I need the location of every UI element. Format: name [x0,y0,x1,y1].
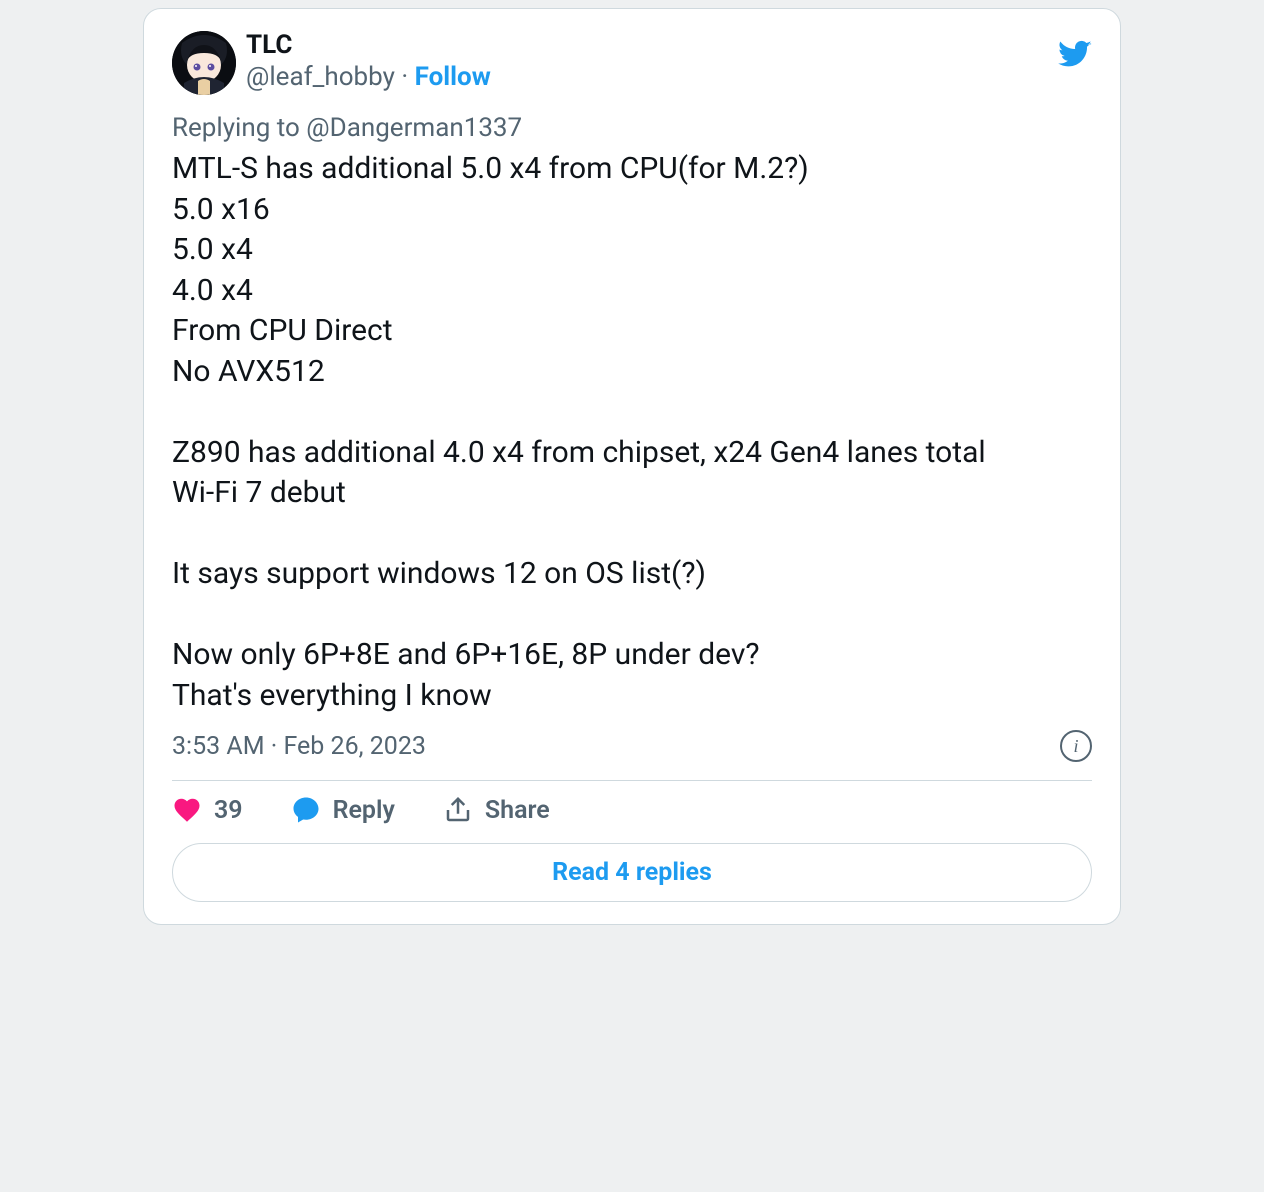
tweet-text: MTL-S has additional 5.0 x4 from CPU(for… [172,149,1092,716]
divider [172,780,1092,781]
reply-context[interactable]: Replying to @Dangerman1337 [172,113,1092,143]
info-icon[interactable]: i [1060,730,1092,762]
tweet-header: TLC @leaf_hobby · Follow [172,31,1092,95]
share-icon [443,795,473,825]
reply-icon [291,795,321,825]
reply-label: Reply [333,796,395,825]
like-count: 39 [214,796,243,825]
author-handle[interactable]: @leaf_hobby [246,62,395,92]
reply-button[interactable]: Reply [291,795,395,825]
action-bar: 39 Reply Share [172,795,1092,825]
separator-dot: · [395,62,415,92]
twitter-logo-icon[interactable] [1058,31,1092,75]
share-button[interactable]: Share [443,795,550,825]
author-display-name[interactable]: TLC [246,31,1058,61]
timestamp[interactable]: 3:53 AM · Feb 26, 2023 [172,732,426,761]
like-button[interactable]: 39 [172,795,243,825]
tweet-card: TLC @leaf_hobby · Follow Replying to @Da… [143,8,1121,925]
read-replies-button[interactable]: Read 4 replies [172,843,1092,902]
share-label: Share [485,796,550,825]
heart-icon [172,795,202,825]
avatar[interactable] [172,31,236,95]
follow-link[interactable]: Follow [415,62,491,92]
